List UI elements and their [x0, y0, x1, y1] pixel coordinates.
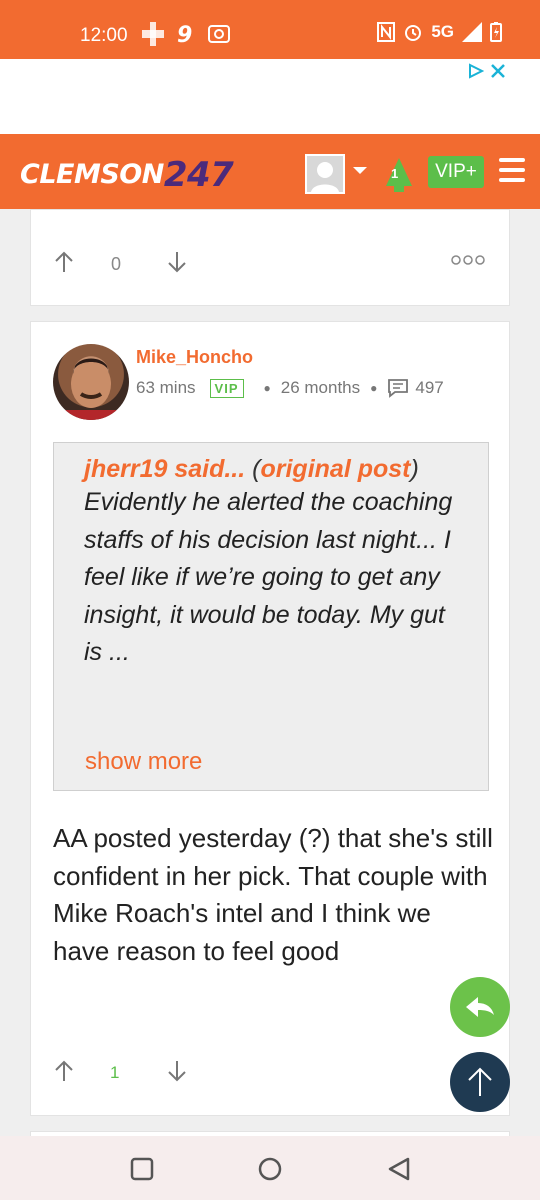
- post-meta: 63 mins VIP ● 26 months ● 497: [136, 378, 444, 398]
- poster-face-icon: [53, 358, 129, 420]
- user-silhouette-icon: [311, 162, 339, 192]
- vote-count: 0: [111, 254, 122, 274]
- more-options-icon[interactable]: [451, 254, 485, 266]
- quote-close-paren: ): [410, 455, 419, 483]
- user-avatar[interactable]: [305, 154, 345, 194]
- show-more-link[interactable]: show more: [85, 748, 202, 776]
- ad-choices-icon[interactable]: [468, 63, 484, 79]
- post-count: 497: [415, 378, 444, 397]
- quote-open-paren: (: [245, 455, 261, 483]
- vote-count: 1: [110, 1063, 120, 1082]
- status-bar: 12:00 9 5G: [0, 0, 540, 59]
- quote-text: Evidently he alerted the coaching staffs…: [84, 488, 453, 666]
- quote-header: jherr19 said... (original post): [84, 455, 458, 484]
- signal-icon: [462, 22, 482, 42]
- quote-author-link[interactable]: jherr19 said...: [84, 455, 245, 483]
- system-nav-bar: [0, 1136, 540, 1200]
- site-logo[interactable]: CLEMSON247: [20, 152, 234, 195]
- poster-username[interactable]: Mike_Honcho: [136, 347, 253, 368]
- upvote-arrow-icon[interactable]: [53, 1059, 75, 1083]
- notification-count: 1: [391, 166, 399, 181]
- back-icon[interactable]: [386, 1156, 412, 1182]
- hamburger-menu-icon[interactable]: [499, 158, 525, 184]
- logo-text: CLEMSON: [20, 159, 164, 190]
- downvote-arrow-icon[interactable]: [166, 250, 188, 274]
- previous-post-card: 0: [30, 209, 510, 306]
- poster-avatar[interactable]: [53, 344, 129, 420]
- app-notification-icon: [142, 22, 164, 46]
- post-card: Mike_Honcho 63 mins VIP ● 26 months ● 49…: [30, 321, 510, 1116]
- recents-icon[interactable]: [130, 1157, 154, 1181]
- screenshot-icon: [208, 25, 230, 43]
- chevron-down-icon[interactable]: [353, 167, 367, 174]
- ad-close-icon[interactable]: [490, 63, 506, 79]
- downvote-arrow-icon[interactable]: [166, 1059, 188, 1083]
- scroll-to-top-button[interactable]: [450, 1052, 510, 1112]
- separator-dot: ●: [370, 381, 378, 395]
- arrow-up-icon: [468, 1067, 492, 1096]
- original-post-link[interactable]: original post: [260, 455, 410, 483]
- reply-button[interactable]: [450, 977, 510, 1037]
- network-type: 5G: [431, 22, 454, 41]
- notification-bell-icon[interactable]: [382, 156, 416, 194]
- membership-duration: 26 months: [280, 378, 361, 397]
- alarm-icon: [405, 25, 422, 41]
- battery-icon: [490, 22, 502, 42]
- post-body: AA posted yesterday (?) that she's still…: [53, 823, 493, 966]
- ad-banner[interactable]: [0, 59, 540, 134]
- upvote-arrow-icon[interactable]: [53, 250, 75, 274]
- svg-text:9: 9: [177, 23, 192, 45]
- status-time: 12:00: [80, 25, 128, 46]
- home-icon[interactable]: [257, 1156, 283, 1182]
- comment-icon: [388, 379, 409, 398]
- nine-icon: 9: [177, 23, 192, 45]
- site-header: CLEMSON247 1 VIP+: [0, 134, 540, 209]
- separator-dot: ●: [263, 381, 271, 395]
- vip-badge: VIP: [209, 378, 244, 398]
- quoted-post: jherr19 said... (original post) Evidentl…: [53, 442, 489, 791]
- nfc-icon: [377, 22, 396, 42]
- reply-icon: [466, 997, 494, 1017]
- post-time: 63 mins: [136, 378, 196, 397]
- logo-number: 247: [163, 155, 234, 195]
- vip-plus-button[interactable]: VIP+: [428, 156, 484, 188]
